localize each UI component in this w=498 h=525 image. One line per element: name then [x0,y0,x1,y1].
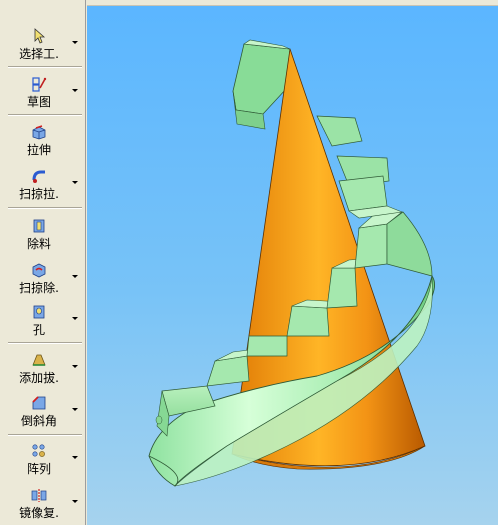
toolbar-separator [8,207,82,209]
select-tool-dropdown-arrow[interactable] [72,41,78,44]
mirror-copy-dropdown-arrow[interactable] [72,500,78,503]
add-draft-button[interactable]: 添加拔. [0,352,86,386]
toolbar-separator [8,342,82,344]
sketch-dropdown-arrow[interactable] [72,89,78,92]
extrude-icon [32,125,46,140]
3d-viewport[interactable] [87,6,498,525]
extrude-button[interactable]: 拉伸 [0,124,86,158]
feature-toolbar: 选择工. 草图 拉伸 扫掠拉. 除料 扫掠除. 孔 添加拔. 倒斜角 阵列 镜像… [0,0,86,525]
chamfer-button[interactable]: 倒斜角 [0,395,86,429]
pattern-button[interactable]: 阵列 [0,443,86,477]
chamfer-dropdown-arrow[interactable] [72,408,78,411]
add-draft-label: 添加拔. [19,371,59,385]
sweep-cut-dropdown-arrow[interactable] [72,275,78,278]
hole-icon [33,305,45,319]
mirror-copy-label: 镜像复. [19,506,59,520]
sweep-extrude-button[interactable]: 扫掠拉. [0,168,86,202]
toolbar-separator [8,66,82,68]
chamfer-icon [32,396,46,410]
cut-icon [33,219,45,233]
hole-label: 孔 [32,323,45,337]
toolbar-separator [8,114,82,116]
sweep-extrude-icon [32,170,45,183]
hole-button[interactable]: 孔 [0,304,86,338]
pattern-icon [32,444,45,457]
sweep-extrude-dropdown-arrow[interactable] [72,181,78,184]
sketch-label: 草图 [26,95,51,109]
sketch-button[interactable]: 草图 [0,76,86,110]
cut-label: 除料 [26,237,51,251]
hole-dropdown-arrow[interactable] [72,317,78,320]
add-draft-dropdown-arrow[interactable] [72,365,78,368]
sweep-extrude-label: 扫掠拉. [19,187,59,201]
sweep-cut-label: 扫掠除. [19,281,59,295]
sweep-cut-icon [32,263,46,278]
extrude-label: 拉伸 [26,143,51,157]
pattern-dropdown-arrow[interactable] [72,456,78,459]
add-draft-icon [32,354,46,366]
toolbar-separator [8,434,82,436]
model-canvas [148,39,436,487]
select-tool-button[interactable]: 选择工. [0,28,86,62]
cut-button[interactable]: 除料 [0,218,86,252]
pattern-label: 阵列 [26,462,51,476]
select-arrow-icon [34,28,46,44]
mirror-copy-button[interactable]: 镜像复. [0,487,86,521]
sweep-cut-button[interactable]: 扫掠除. [0,262,86,296]
select-tool-label: 选择工. [19,47,59,61]
mirror-copy-icon [31,489,47,502]
chamfer-label: 倒斜角 [20,414,57,428]
sketch-icon [32,77,47,92]
